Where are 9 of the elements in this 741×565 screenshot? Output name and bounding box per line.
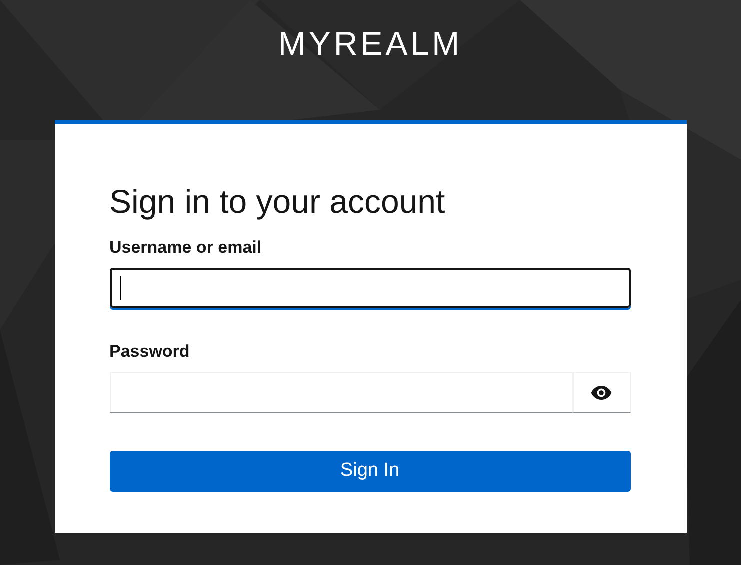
show-password-button[interactable] <box>572 372 630 413</box>
field-label: Username or email <box>110 237 263 259</box>
field-label: Password <box>110 341 191 363</box>
realm-title: MYREALM <box>278 24 463 64</box>
password-field[interactable] <box>110 372 572 413</box>
page-heading: Sign in to your account <box>110 182 446 222</box>
eye-icon <box>591 386 612 400</box>
sign-in-button[interactable]: Sign In <box>110 451 630 492</box>
username-field[interactable] <box>110 268 630 308</box>
